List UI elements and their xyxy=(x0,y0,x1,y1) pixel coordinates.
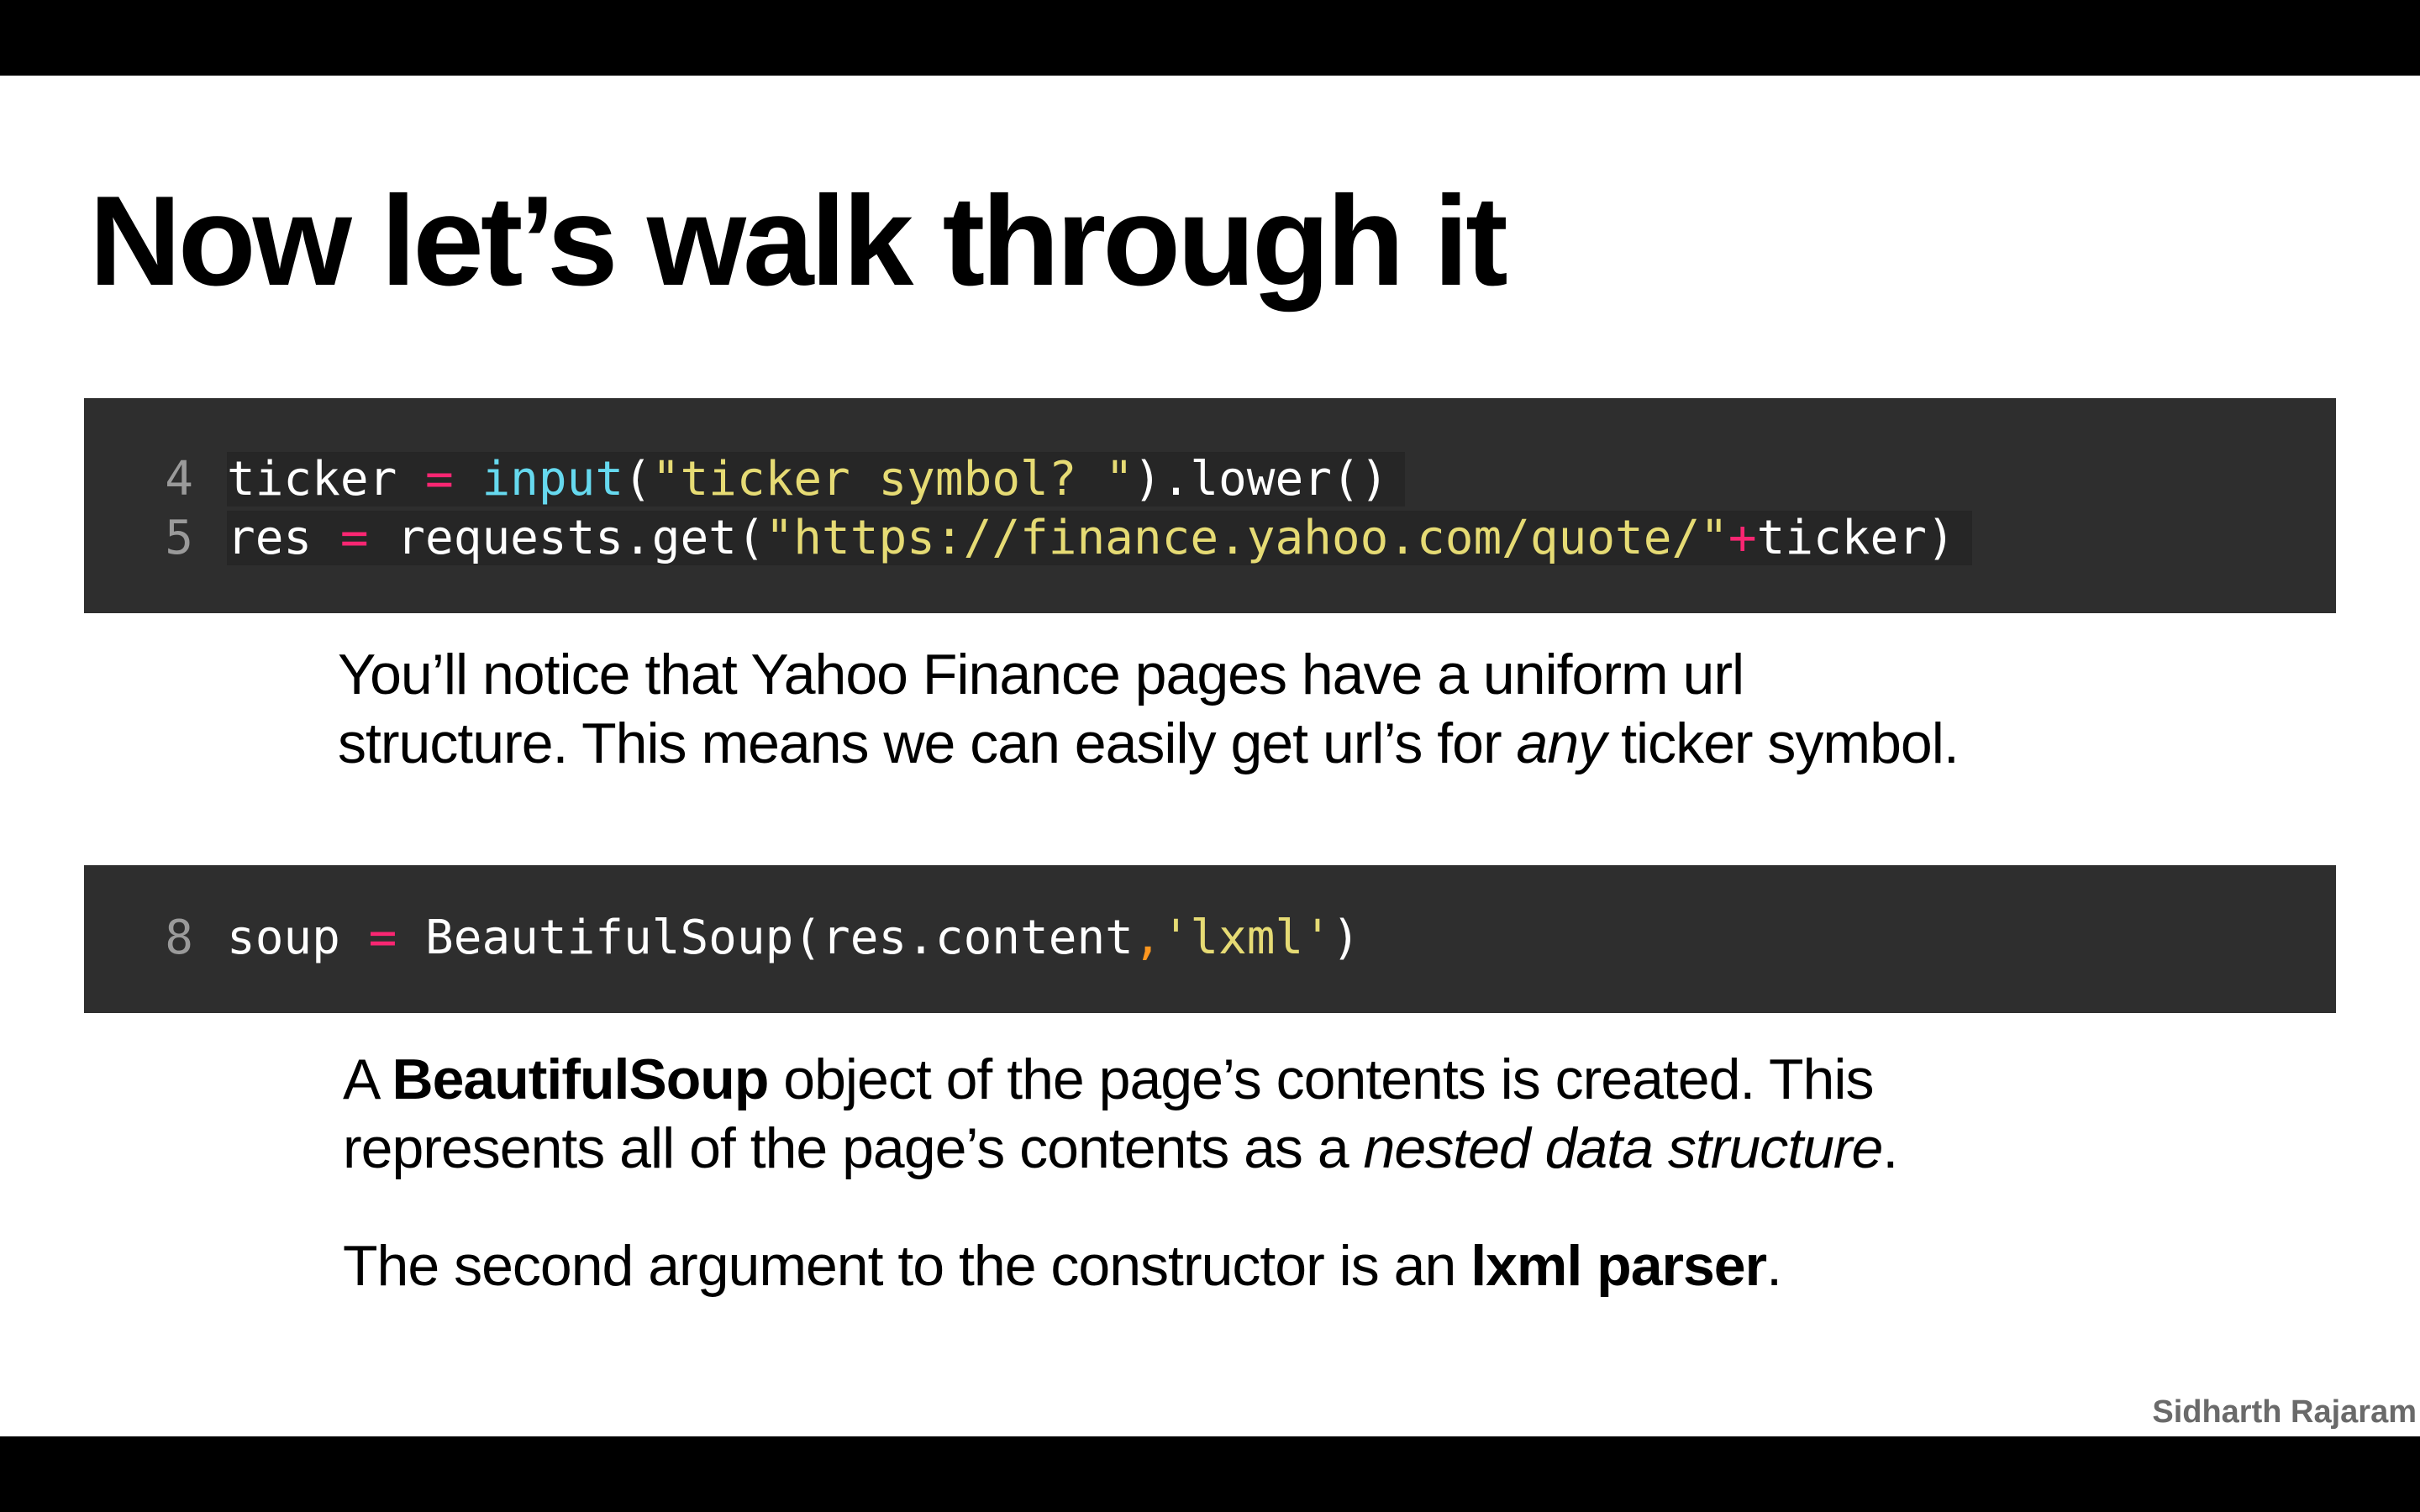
code-token: ).lower() xyxy=(1133,452,1389,507)
explanation-text: . xyxy=(1882,1116,1898,1180)
code-text: ticker = input("ticker symbol? ").lower(… xyxy=(227,452,1406,507)
code-token-operator: = xyxy=(368,911,397,965)
code-token-operator: + xyxy=(1728,511,1757,565)
explanation-emphasis: any xyxy=(1516,711,1607,775)
explanation-text: The second argument to the constructor i… xyxy=(343,1234,1471,1298)
code-line: 4 ticker = input("ticker symbol? ").lower… xyxy=(84,450,1406,509)
code-token: soup xyxy=(227,911,369,965)
letterbox-bottom-bar xyxy=(0,1436,2420,1512)
code-text: soup = BeautifulSoup(res.content,'lxml') xyxy=(227,911,1360,965)
code-token-builtin: input xyxy=(481,452,624,507)
author-credit: Sidharth Rajaram xyxy=(2152,1394,2417,1430)
explanation-text: ticker symbol. xyxy=(1606,711,1960,775)
code-text: res = requests.get("https://finance.yaho… xyxy=(227,511,1972,565)
code-token-operator: = xyxy=(425,452,454,507)
code-token-string: 'lxml' xyxy=(1161,911,1332,965)
explanation-beautifulsoup: A BeautifulSoup object of the page’s con… xyxy=(343,1045,1898,1183)
explanation-lxml-parser: The second argument to the constructor i… xyxy=(343,1231,1782,1300)
line-number: 8 xyxy=(165,911,193,965)
explanation-strong: lxml parser xyxy=(1470,1234,1767,1298)
code-block-soup: 8 soup = BeautifulSoup(res.content,'lxml'… xyxy=(84,865,2336,1013)
code-token-punctuation: , xyxy=(1133,911,1162,965)
code-token-string: "ticker symbol? " xyxy=(651,452,1134,507)
code-token-string: "https://finance.yahoo.com/quote/" xyxy=(765,511,1728,565)
explanation-strong: BeautifulSoup xyxy=(392,1047,770,1111)
code-line: 8 soup = BeautifulSoup(res.content,'lxml'… xyxy=(84,909,1360,968)
explanation-text: . xyxy=(1766,1234,1782,1298)
letterbox-top-bar xyxy=(0,0,2420,76)
explanation-text: object of the page’s contents is created… xyxy=(768,1047,1874,1111)
code-token: requests.get( xyxy=(368,511,765,565)
code-line: 5 res = requests.get("https://finance.yah… xyxy=(84,509,1972,568)
code-token: BeautifulSoup(res.content xyxy=(397,911,1134,965)
code-token: ticker xyxy=(227,452,426,507)
code-token: ( xyxy=(623,452,652,507)
code-token-operator: = xyxy=(339,511,369,565)
line-number: 5 xyxy=(165,511,193,565)
code-block-request: 4 ticker = input("ticker symbol? ").lower… xyxy=(84,398,2336,613)
code-token: ) xyxy=(1331,911,1360,965)
line-number: 4 xyxy=(165,452,193,507)
code-token: ticker) xyxy=(1756,511,1955,565)
explanation-text: You’ll notice that Yahoo Finance pages h… xyxy=(338,643,1744,706)
explanation-text: A xyxy=(343,1047,392,1111)
explanation-emphasis: nested data structure xyxy=(1363,1116,1884,1180)
code-token: res xyxy=(227,511,340,565)
explanation-text: structure. This means we can easily get … xyxy=(338,711,1517,775)
slide-title: Now let’s walk through it xyxy=(89,170,1508,312)
explanation-text: represents all of the page’s contents as… xyxy=(343,1116,1364,1180)
explanation-url-structure: You’ll notice that Yahoo Finance pages h… xyxy=(338,640,1960,778)
slide: Now let’s walk through it 4 ticker = inpu… xyxy=(0,76,2420,1436)
